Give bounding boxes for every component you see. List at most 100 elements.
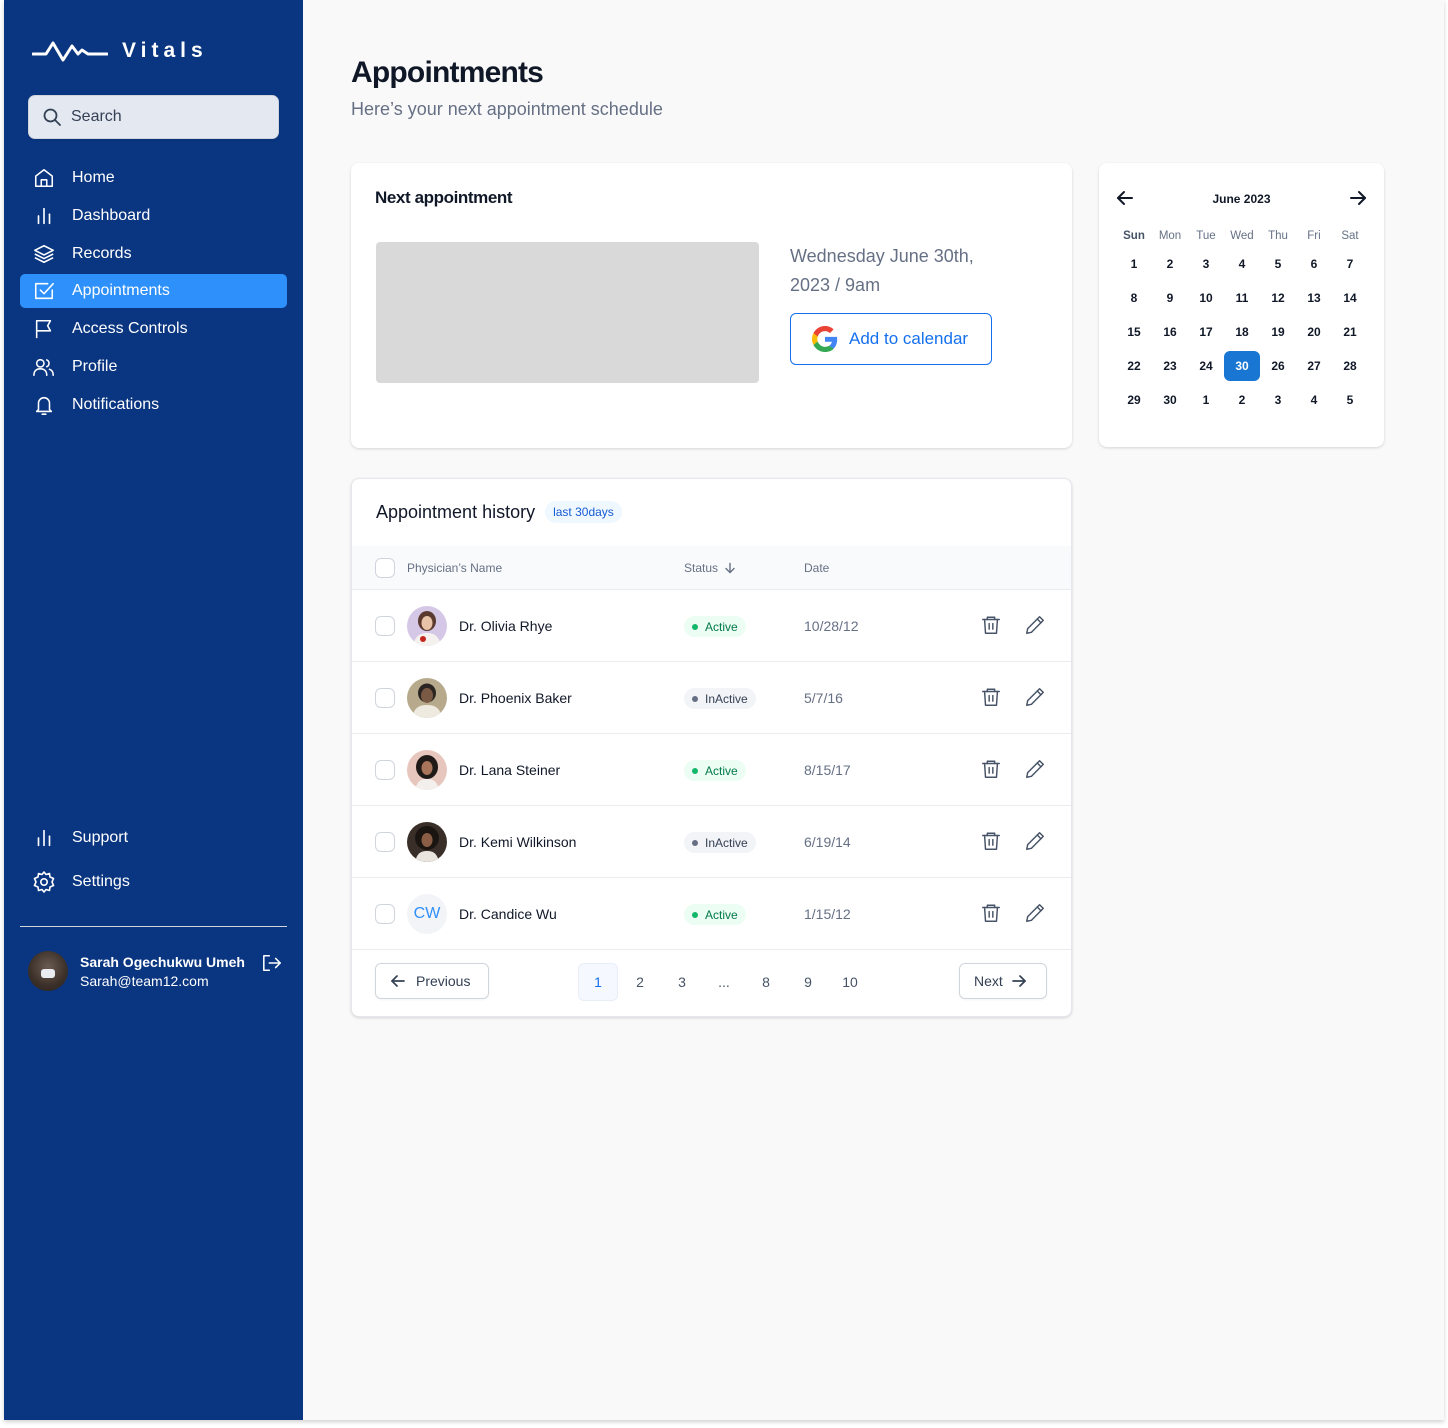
pencil-icon[interactable] [1024,614,1046,641]
avatar-initials: CW [407,894,447,934]
sidebar-item-label: Appointments [72,282,170,300]
page-button[interactable]: 8 [746,963,786,1001]
calendar-day-selected[interactable]: 30 [1224,351,1260,381]
calendar-day[interactable]: 5 [1260,249,1296,279]
calendar-day[interactable]: 30 [1152,385,1188,415]
sidebar-item-home[interactable]: Home [20,161,287,195]
calendar-week: 22 23 24 30 26 27 28 [1116,351,1368,385]
search-placeholder: Search [71,108,122,125]
calendar-day[interactable]: 20 [1296,317,1332,347]
calendar-day[interactable]: 21 [1332,317,1368,347]
sidebar-item-access-controls[interactable]: Access Controls [20,312,287,346]
add-to-calendar-button[interactable]: Add to calendar [790,313,992,365]
sidebar-item-label: Home [72,169,115,186]
pencil-icon[interactable] [1024,686,1046,713]
column-status[interactable]: Status [684,561,736,575]
calendar-day[interactable]: 29 [1116,385,1152,415]
trash-icon[interactable] [980,686,1002,713]
page-button[interactable]: 2 [620,963,660,1001]
gear-icon [32,870,56,894]
calendar-day[interactable]: 28 [1332,351,1368,381]
page-button[interactable]: 10 [830,963,870,1001]
calendar-day[interactable]: 10 [1188,283,1224,313]
sidebar: Vitals Search Home Dashboard Records App… [4,0,303,1420]
calendar-day[interactable]: 5 [1332,385,1368,415]
calendar-day[interactable]: 18 [1224,317,1260,347]
avatar[interactable] [28,951,68,991]
calendar-day[interactable]: 27 [1296,351,1332,381]
layers-icon [32,242,56,266]
calendar-day[interactable]: 13 [1296,283,1332,313]
app-name: Vitals [122,39,208,62]
sidebar-item-label: Notifications [72,395,160,413]
calendar-day[interactable]: 2 [1224,385,1260,415]
row-checkbox[interactable] [375,616,395,636]
calendar-day[interactable]: 14 [1332,283,1368,313]
sidebar-item-records[interactable]: Records [20,237,287,271]
pencil-icon[interactable] [1024,758,1046,785]
sidebar-item-profile[interactable]: Profile [20,350,287,384]
column-date[interactable]: Date [804,561,829,575]
sidebar-item-label: Settings [72,873,130,890]
page-button[interactable]: 3 [662,963,702,1001]
app-logo[interactable]: Vitals [32,38,208,64]
calendar-day[interactable]: 3 [1260,385,1296,415]
calendar-day[interactable]: 7 [1332,249,1368,279]
physician-name: Dr. Phoenix Baker [459,690,572,706]
table-row: Dr. Kemi Wilkinson InActive 6/19/14 [352,806,1071,878]
calendar-day[interactable]: 23 [1152,351,1188,381]
trash-icon[interactable] [980,614,1002,641]
calendar-day[interactable]: 11 [1224,283,1260,313]
appointment-date: 6/19/14 [804,834,851,850]
sidebar-item-notifications[interactable]: Notifications [20,388,287,422]
trash-icon[interactable] [980,758,1002,785]
trash-icon[interactable] [980,902,1002,929]
sidebar-item-appointments[interactable]: Appointments [20,274,287,309]
calendar-day[interactable]: 12 [1260,283,1296,313]
calendar-day[interactable]: 1 [1116,249,1152,279]
row-checkbox[interactable] [375,688,395,708]
calendar-day[interactable]: 22 [1116,351,1152,381]
calendar-day[interactable]: 26 [1260,351,1296,381]
page-button[interactable]: 9 [788,963,828,1001]
trash-icon[interactable] [980,830,1002,857]
row-checkbox[interactable] [375,904,395,924]
sidebar-item-settings[interactable]: Settings [20,865,287,899]
calendar-day[interactable]: 8 [1116,283,1152,313]
calendar-day[interactable]: 4 [1296,385,1332,415]
logout-icon[interactable] [261,953,283,978]
page-button-current[interactable]: 1 [578,963,618,1001]
select-all-checkbox[interactable] [375,558,395,578]
calendar-week: 1 2 3 4 5 6 7 [1116,249,1368,283]
row-checkbox[interactable] [375,832,395,852]
column-physician-name[interactable]: Physician’s Name [407,561,502,575]
previous-label: Previous [416,973,471,989]
next-page-button[interactable]: Next [959,963,1047,999]
calendar-day[interactable]: 15 [1116,317,1152,347]
next-appointment-title: Next appointment [375,188,513,207]
status-label: Active [705,763,738,778]
calendar-day[interactable]: 6 [1296,249,1332,279]
arrow-right-icon [1011,975,1026,987]
avatar [407,750,447,790]
calendar-day[interactable]: 17 [1188,317,1224,347]
calendar-day[interactable]: 16 [1152,317,1188,347]
calendar-day[interactable]: 1 [1188,385,1224,415]
pencil-icon[interactable] [1024,830,1046,857]
row-checkbox[interactable] [375,760,395,780]
calendar-day[interactable]: 3 [1188,249,1224,279]
pencil-icon[interactable] [1024,902,1046,929]
calendar-day[interactable]: 19 [1260,317,1296,347]
sidebar-item-dashboard[interactable]: Dashboard [20,199,287,233]
pulse-logo-icon [32,41,108,62]
pagination: Previous 1 2 3 ... 8 9 10 Next [352,950,1071,1016]
arrow-right-icon[interactable] [1348,189,1368,212]
calendar-day[interactable]: 2 [1152,249,1188,279]
calendar-day[interactable]: 9 [1152,283,1188,313]
previous-page-button[interactable]: Previous [375,963,489,999]
calendar-day[interactable]: 4 [1224,249,1260,279]
sidebar-item-support[interactable]: Support [20,821,287,855]
search-input[interactable]: Search [28,95,279,139]
status-dot [692,695,698,702]
calendar-day[interactable]: 24 [1188,351,1224,381]
